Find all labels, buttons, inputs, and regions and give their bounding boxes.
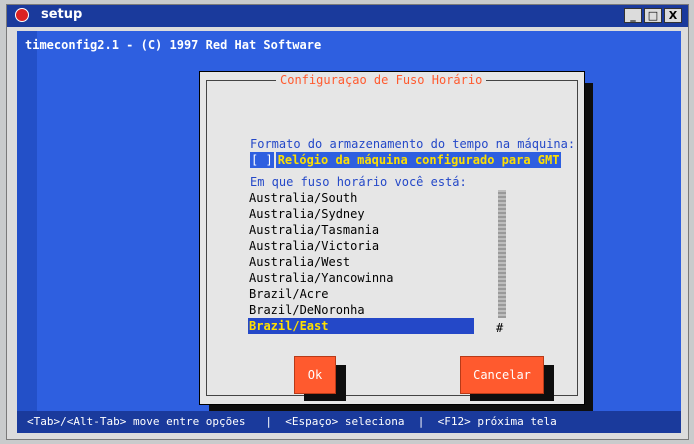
timezone-item-selected[interactable]: Brazil/East xyxy=(248,318,474,334)
storage-format-label: Formato do armazenamento do tempo na máq… xyxy=(250,137,576,151)
maximize-button[interactable]: □ xyxy=(644,8,662,23)
timezone-question-label: Em que fuso horário você está: xyxy=(250,175,467,189)
window-titlebar[interactable]: setup _ □ X xyxy=(7,5,688,27)
terminal-left-edge xyxy=(17,31,37,433)
timezone-dialog: Configuraçao de Fuso Horário Formato do … xyxy=(199,71,585,405)
scrollbar-thumb[interactable]: # xyxy=(496,320,503,336)
minimize-button[interactable]: _ xyxy=(624,8,642,23)
redhat-app-icon xyxy=(15,8,29,22)
timezone-item[interactable]: Australia/West xyxy=(248,254,474,270)
status-bar: <Tab>/<Alt-Tab> move entre opções | <Esp… xyxy=(17,411,681,433)
timezone-scrollbar[interactable] xyxy=(498,190,506,318)
cancel-button[interactable]: Cancelar xyxy=(460,356,544,394)
program-header: timeconfig2.1 - (C) 1997 Red Hat Softwar… xyxy=(25,38,322,52)
setup-window: setup _ □ X timeconfig2.1 - (C) 1997 Red… xyxy=(6,4,689,440)
window-controls: _ □ X xyxy=(624,8,682,23)
timezone-item[interactable]: Brazil/Acre xyxy=(248,286,474,302)
timezone-item[interactable]: Australia/Victoria xyxy=(248,238,474,254)
timezone-item[interactable]: Australia/South xyxy=(248,190,474,206)
gmt-checkbox[interactable]: [ ] xyxy=(250,152,274,168)
ok-button[interactable]: Ok xyxy=(294,356,336,394)
timezone-item[interactable]: Brazil/DeNoronha xyxy=(248,302,474,318)
terminal-screen: timeconfig2.1 - (C) 1997 Red Hat Softwar… xyxy=(17,31,681,433)
close-button[interactable]: X xyxy=(664,8,682,23)
timezone-list[interactable]: Australia/South Australia/Sydney Austral… xyxy=(248,190,474,334)
gmt-checkbox-label[interactable]: Relógio da máquina configurado para GMT xyxy=(275,152,562,168)
window-title: setup xyxy=(41,7,83,22)
timezone-item[interactable]: Australia/Yancowinna xyxy=(248,270,474,286)
timezone-item[interactable]: Australia/Tasmania xyxy=(248,222,474,238)
timezone-item[interactable]: Australia/Sydney xyxy=(248,206,474,222)
gmt-checkbox-row[interactable]: [ ] Relógio da máquina configurado para … xyxy=(250,152,562,168)
dialog-title: Configuraçao de Fuso Horário xyxy=(276,72,487,88)
